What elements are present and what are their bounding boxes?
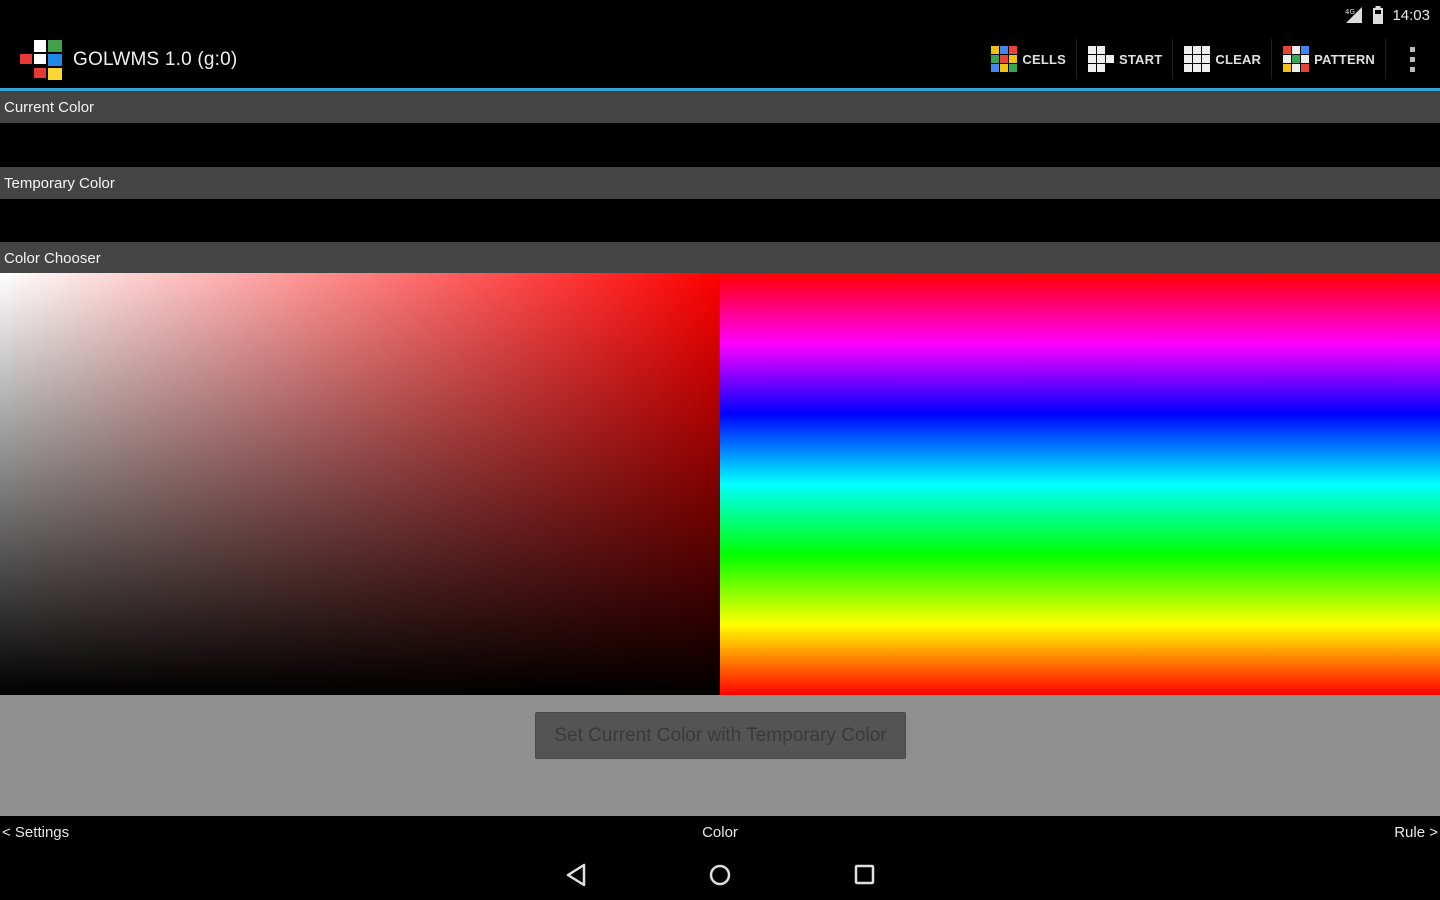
battery-icon	[1373, 6, 1384, 24]
action-bar: GOLWMS 1.0 (g:0) CELLS START CLEAR PATTE…	[0, 30, 1440, 88]
status-bar: 4G 14:03	[0, 0, 1440, 30]
color-chooser-title: Color Chooser	[4, 250, 101, 267]
hue-picker[interactable]	[720, 273, 1440, 695]
nav-prev-settings[interactable]: < Settings	[2, 824, 69, 841]
nav-next-rule[interactable]: Rule >	[1394, 824, 1438, 841]
svg-text:4G: 4G	[1345, 8, 1355, 16]
overflow-menu-icon[interactable]	[1392, 30, 1432, 88]
pattern-button[interactable]: PATTERN	[1272, 39, 1386, 79]
current-color-title: Current Color	[4, 99, 95, 116]
recents-icon[interactable]	[850, 860, 880, 890]
current-color-swatch	[0, 123, 1440, 167]
current-color-header: Current Color	[0, 91, 1440, 123]
saturation-value-picker[interactable]	[0, 273, 720, 695]
nav-current-page: Color	[702, 824, 738, 841]
back-icon[interactable]	[562, 860, 592, 890]
action-buttons: CELLS START CLEAR PATTERN	[980, 30, 1440, 88]
app-title: GOLWMS 1.0 (g:0)	[73, 49, 238, 70]
button-area: Set Current Color with Temporary Color	[0, 695, 1440, 816]
color-chooser-header: Color Chooser	[0, 242, 1440, 273]
pattern-icon	[1283, 46, 1310, 72]
temporary-color-swatch	[0, 199, 1440, 242]
cells-label: CELLS	[1022, 51, 1066, 67]
clear-label: CLEAR	[1215, 51, 1262, 67]
cells-icon	[991, 46, 1018, 72]
home-icon[interactable]	[705, 860, 735, 890]
clear-button[interactable]: CLEAR	[1173, 39, 1273, 79]
clock-time: 14:03	[1392, 6, 1430, 24]
app-logo-icon	[20, 40, 62, 80]
set-current-color-button[interactable]: Set Current Color with Temporary Color	[535, 712, 906, 759]
temporary-color-header: Temporary Color	[0, 167, 1440, 199]
status-icons: 4G 14:03	[1344, 5, 1430, 25]
start-label: START	[1118, 51, 1163, 67]
signal-icon: 4G	[1345, 7, 1363, 23]
page-navigation: < Settings Color Rule >	[0, 816, 1440, 850]
system-navigation-bar	[0, 850, 1440, 900]
clear-icon	[1184, 46, 1211, 72]
start-icon	[1087, 46, 1114, 72]
pattern-label: PATTERN	[1314, 51, 1375, 67]
temporary-color-title: Temporary Color	[4, 175, 115, 192]
cells-button[interactable]: CELLS	[980, 39, 1077, 79]
start-button[interactable]: START	[1077, 39, 1174, 79]
